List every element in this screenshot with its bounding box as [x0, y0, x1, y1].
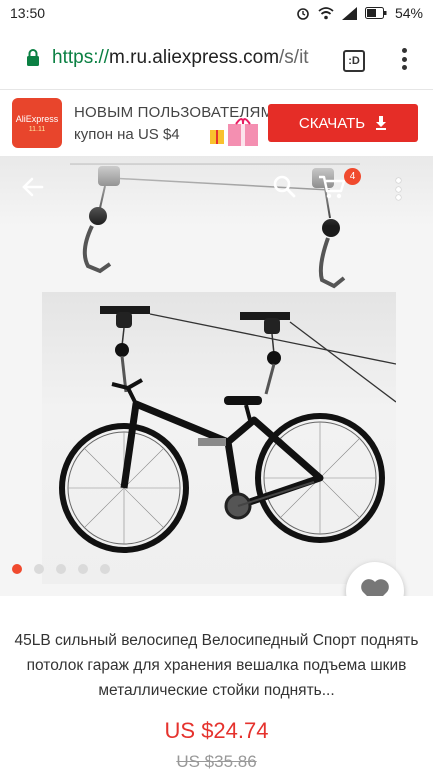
- search-icon[interactable]: [272, 174, 296, 198]
- download-app-button[interactable]: СКАЧАТЬ: [268, 104, 418, 142]
- cart-icon[interactable]: [318, 174, 346, 200]
- product-gallery[interactable]: 4: [0, 156, 433, 596]
- app-promo-banner: AliExpress 11.11 НОВЫМ ПОЛЬЗОВАТЕЛЯМ куп…: [0, 90, 433, 156]
- browser-toolbar: https://m.ru.aliexpress.com/s/it :D: [0, 26, 433, 90]
- url-scheme: https://: [52, 47, 110, 68]
- status-time: 13:50: [10, 5, 46, 21]
- cart-count-badge: 4: [344, 168, 361, 185]
- more-dot: [396, 195, 401, 200]
- menu-dot: [401, 56, 407, 62]
- product-price: US $24.74: [164, 718, 269, 743]
- url-text: https://m.ru.aliexpress.com/s/it: [52, 47, 309, 69]
- gallery-dot[interactable]: [100, 564, 110, 574]
- download-icon: [376, 116, 387, 130]
- gallery-dot[interactable]: [12, 564, 22, 574]
- promo-coupon-text: купон на US $4: [74, 126, 180, 143]
- battery-icon: [364, 7, 387, 19]
- bike-lift-illustration: [59, 306, 397, 553]
- product-old-price: US $35.86: [176, 752, 257, 771]
- lock-icon: [27, 49, 39, 66]
- battery-percent: 54%: [394, 5, 423, 21]
- aliexpress-logo: AliExpress 11.11: [12, 98, 62, 148]
- signal-icon: [341, 6, 357, 20]
- url-path: /s/it: [279, 47, 309, 68]
- address-bar[interactable]: https://m.ru.aliexpress.com/s/it: [12, 34, 320, 82]
- logo-sub: 11.11: [28, 125, 46, 133]
- heart-icon: [361, 578, 389, 596]
- alarm-icon: [297, 8, 309, 20]
- url-host: m.ru.aliexpress.com: [109, 47, 280, 68]
- back-arrow-icon[interactable]: [22, 176, 44, 198]
- gift-icon: [210, 118, 258, 146]
- header-gradient: [0, 156, 433, 226]
- gallery-dot[interactable]: [56, 564, 66, 574]
- product-photo: [42, 292, 397, 584]
- status-icons: 54%: [296, 5, 423, 21]
- menu-dot: [401, 48, 407, 53]
- menu-dot: [401, 65, 407, 70]
- wifi-icon: [318, 6, 334, 19]
- more-dot: [396, 186, 401, 192]
- gallery-dot[interactable]: [34, 564, 44, 574]
- product-title: 45LB сильный велосипед Велосипедный Спор…: [14, 632, 419, 699]
- more-options-icon[interactable]: [396, 178, 402, 200]
- status-bar: 13:50 54%: [0, 0, 433, 26]
- logo-text: AliExpress: [15, 113, 59, 124]
- gallery-dots: [12, 564, 110, 574]
- tabs-button[interactable]: :D: [343, 50, 365, 72]
- more-dot: [396, 178, 401, 183]
- download-label: СКАЧАТЬ: [298, 114, 366, 132]
- browser-menu-button[interactable]: [396, 44, 412, 74]
- gallery-dot[interactable]: [78, 564, 88, 574]
